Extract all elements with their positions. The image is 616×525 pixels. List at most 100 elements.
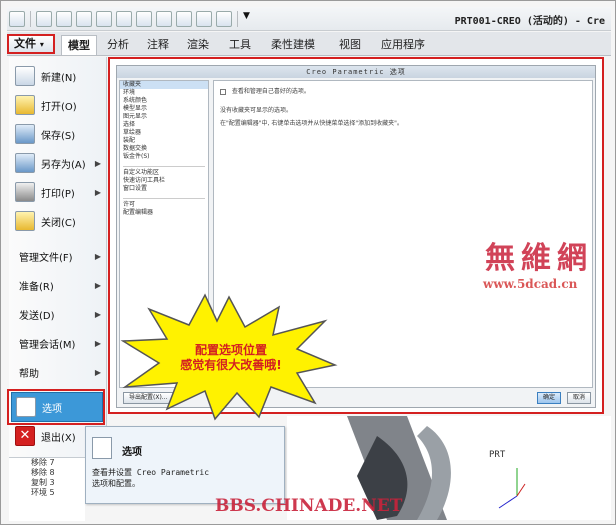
tree-item[interactable]: 移除 7 [9, 458, 85, 468]
window-icon[interactable] [196, 10, 212, 27]
save-as-icon [15, 153, 35, 173]
category-item[interactable]: 快速访问工具栏 [120, 177, 208, 185]
category-item[interactable]: 装配 [120, 137, 208, 145]
submenu-arrow-icon: ▶ [94, 309, 101, 319]
category-item[interactable]: 窗口设置 [120, 185, 208, 193]
menu-item-manage-file[interactable]: 管理文件(F) ▶ [11, 243, 105, 269]
callout-text: 配置选项位置 感觉有很大改善哦! [151, 343, 311, 373]
tooltip-line-1: 查看并设置 Creo Parametric [92, 468, 210, 477]
menu-item-prepare[interactable]: 准备(R) ▶ [11, 272, 105, 298]
menu-item-label: 打开(O) [41, 101, 77, 113]
tab-model[interactable]: 模型 [61, 35, 97, 55]
submenu-arrow-icon: ▶ [94, 251, 101, 261]
category-item[interactable]: 草绘器 [120, 129, 208, 137]
dialog-title: Creo Parametric 选项 [117, 66, 595, 78]
category-item[interactable]: 配置编辑器 [120, 209, 208, 217]
save-icon[interactable] [76, 10, 92, 27]
options-icon [92, 437, 112, 459]
menu-item-save[interactable]: 保存(S) [11, 121, 105, 147]
ok-button[interactable]: 确定 [537, 392, 562, 404]
tab-tools[interactable]: 工具 [223, 35, 257, 55]
redo-icon[interactable] [156, 10, 172, 27]
menu-item-label: 管理会话(M) [19, 339, 76, 351]
menu-item-save-as[interactable]: 另存为(A) ▶ [11, 150, 105, 176]
menu-item-label: 关闭(C) [41, 217, 76, 229]
file-tab[interactable]: 文件 ▾ [7, 34, 55, 54]
category-item[interactable]: 模型显示 [120, 105, 208, 113]
submenu-arrow-icon: ▶ [94, 367, 101, 377]
close-folder-icon [15, 211, 35, 231]
category-item[interactable]: 自定义功能区 [120, 169, 208, 177]
tab-view[interactable]: 视图 [333, 35, 367, 55]
open-folder-icon [15, 95, 35, 115]
tab-annotate[interactable]: 注释 [141, 35, 175, 55]
category-item[interactable]: 钣金件(S) [120, 153, 208, 161]
menu-item-options[interactable]: 选项 [11, 392, 103, 422]
menu-item-label: 选项 [42, 403, 62, 415]
category-item[interactable]: 数据交换 [120, 145, 208, 153]
tab-flexible-modeling[interactable]: 柔性建模 [265, 35, 321, 55]
category-item[interactable]: 选择 [120, 121, 208, 129]
menu-item-new[interactable]: 新建(N) [11, 63, 105, 89]
category-item[interactable]: 图元显示 [120, 113, 208, 121]
checkbox-label: 查看和管理自己喜好的选项。 [231, 88, 310, 95]
model-tree: 移除 7 移除 8 复制 3 环境 5 [9, 457, 85, 521]
menu-item-label: 保存(S) [41, 130, 76, 142]
customize-icon[interactable]: ▼ [243, 11, 253, 27]
tooltip-description: 查看并设置 Creo Parametric 选项和配置。 [92, 467, 209, 489]
regenerate-icon[interactable] [116, 10, 132, 27]
toolbar-separator [237, 10, 238, 27]
menu-item-manage-session[interactable]: 管理会话(M) ▶ [11, 330, 105, 356]
file-tab-label: 文件 [14, 37, 36, 50]
tab-render[interactable]: 渲染 [181, 35, 215, 55]
printer-icon [15, 182, 35, 202]
open-icon[interactable] [56, 10, 72, 27]
category-item[interactable]: 系统颜色 [120, 97, 208, 105]
exit-icon: ✕ [15, 426, 35, 446]
options-tooltip: 选项 查看并设置 Creo Parametric 选项和配置。 [85, 426, 285, 504]
watermark-site: www.5dcad.cn [483, 277, 578, 291]
app-window: ▼ PRT001-CREO (活动的) - Cre 模型 分析 注释 渲染 工具… [0, 0, 616, 525]
menu-item-help[interactable]: 帮助 ▶ [11, 359, 105, 385]
quick-access-toolbar: ▼ PRT001-CREO (活动的) - Cre [7, 7, 611, 31]
tab-applications[interactable]: 应用程序 [375, 35, 431, 55]
cancel-button[interactable]: 取消 [567, 392, 592, 404]
menu-item-label: 另存为(A) [41, 159, 86, 171]
callout-line-2: 感觉有很大改善哦! [180, 358, 282, 372]
tooltip-line-2: 选项和配置。 [92, 479, 140, 488]
callout-line-1: 配置选项位置 [194, 343, 267, 357]
watermark-logo: 無維網 [485, 241, 593, 276]
undo-icon[interactable] [136, 10, 152, 27]
ribbon-tabs: 模型 分析 注释 渲染 工具 柔性建模 视图 应用程序 [7, 32, 611, 56]
menu-item-open[interactable]: 打开(O) [11, 92, 105, 118]
category-item[interactable]: 收藏夹 [120, 81, 208, 89]
tree-item[interactable]: 移除 8 [9, 468, 85, 478]
close-window-icon[interactable] [216, 10, 232, 27]
category-divider [123, 193, 205, 199]
tree-item[interactable]: 环境 5 [9, 488, 85, 498]
menu-item-label: 准备(R) [19, 281, 54, 293]
menu-item-print[interactable]: 打印(P) ▶ [11, 179, 105, 205]
new-icon[interactable] [36, 10, 52, 27]
submenu-arrow-icon: ▶ [94, 187, 101, 197]
window-title: PRT001-CREO (活动的) - Cre [454, 16, 605, 27]
menu-item-send[interactable]: 发送(D) ▶ [11, 301, 105, 327]
menu-item-close[interactable]: 关闭(C) [11, 208, 105, 234]
submenu-arrow-icon: ▶ [94, 158, 101, 168]
tab-analysis[interactable]: 分析 [101, 35, 135, 55]
app-logo-icon[interactable] [9, 10, 25, 27]
favorites-row: 查看和管理自己喜好的选项。 [214, 81, 592, 97]
category-item[interactable]: 环境 [120, 89, 208, 97]
submenu-arrow-icon: ▶ [94, 280, 101, 290]
save-copy-icon[interactable] [96, 10, 112, 27]
tree-item[interactable]: 复制 3 [9, 478, 85, 488]
info-line: 在"配置编辑器"中, 右键单击选项并从快捷菜单选择"添加到收藏夹"。 [220, 120, 403, 127]
options-icon [16, 397, 36, 417]
menu-item-label: 发送(D) [19, 310, 55, 322]
regen-icon[interactable] [176, 10, 192, 27]
menu-item-label: 管理文件(F) [19, 252, 73, 264]
info-line: 没有收藏夹可显示的选项。 [220, 107, 293, 114]
menu-item-label: 退出(X) [41, 432, 76, 444]
category-item[interactable]: 许可 [120, 201, 208, 209]
checkbox[interactable] [220, 88, 226, 95]
